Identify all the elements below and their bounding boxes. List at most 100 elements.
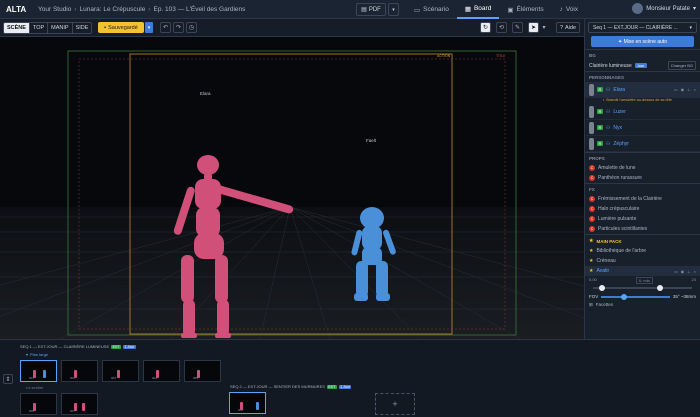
- close-icon[interactable]: ×: [694, 269, 696, 274]
- selected-pack-item[interactable]: ★ Avatir ▭ ◉ ⊥ ×: [585, 266, 700, 276]
- magic-icon: ✦: [618, 38, 623, 45]
- undo-button[interactable]: ↶: [160, 22, 171, 33]
- shot-number: 002: [70, 376, 76, 380]
- sequence-select[interactable]: Seq 1 — EXT.JOUR — CLAIRIÈRE ... ▾: [588, 22, 697, 33]
- shot-thumbnail[interactable]: 006: [20, 393, 57, 415]
- character-row-nyx[interactable]: R ⚇ Nyx: [585, 120, 700, 136]
- slider-handle[interactable]: [621, 293, 628, 300]
- save-options-button[interactable]: ▾: [145, 22, 153, 33]
- redo-icon: ↷: [175, 25, 182, 31]
- scene-canvas[interactable]: [0, 37, 584, 339]
- fx-item[interactable]: C Particules scintillantes: [585, 224, 700, 234]
- view-top-button[interactable]: TOP: [30, 23, 49, 33]
- breadcrumb-separator: ›: [74, 5, 77, 13]
- shot-thumbnail[interactable]: 002: [61, 360, 98, 382]
- draw-button[interactable]: ✎: [512, 22, 523, 33]
- category-badge: C: [589, 216, 595, 222]
- prop-item[interactable]: C Panthéon rurassure: [585, 173, 700, 183]
- user-menu[interactable]: Monsieur Patate ▾: [632, 3, 696, 14]
- person-icon: ⚇: [605, 86, 611, 93]
- shot-thumbnail[interactable]: 001: [20, 360, 57, 382]
- view-manip-button[interactable]: MANIP: [48, 23, 73, 33]
- person-icon: ⚇: [605, 108, 611, 115]
- tab-voix[interactable]: ♪ Voix: [552, 0, 587, 19]
- collapse-timeline-button[interactable]: ⇕: [3, 374, 13, 384]
- character-row-zephyr[interactable]: R ⚇ Zéphyr: [585, 136, 700, 152]
- breadcrumb-studio[interactable]: Your Studio: [38, 6, 71, 13]
- shot-thumbnail[interactable]: 003: [102, 360, 139, 382]
- shot-thumbnail[interactable]: 001: [229, 392, 266, 414]
- focal-slider[interactable]: [593, 285, 692, 291]
- close-icon[interactable]: ×: [694, 87, 696, 92]
- prop-name: Amulette de lune: [598, 165, 636, 171]
- tab-scenario[interactable]: ▭ Scénario: [406, 0, 457, 19]
- history-button[interactable]: ◷: [186, 22, 197, 33]
- sequence-title: SEQ 1 — EXT.JOUR — CLAIRIÈRE LUMINEUSE: [20, 344, 110, 349]
- breadcrumb-episode[interactable]: Ep. 103 — L'Éveil des Gardiens: [153, 6, 245, 13]
- tab-board[interactable]: ▦ Board: [456, 0, 500, 19]
- time-of-day-badge[interactable]: Jour: [634, 63, 647, 68]
- sequence-header[interactable]: SEQ 2 — EXT.JOUR — SENTIER DES MURMURES …: [230, 384, 352, 389]
- fov-control: FOV 35° ~38mm: [585, 293, 700, 300]
- character-thumbnail: [589, 83, 594, 96]
- pack-item[interactable]: ★ Bibliothèque de l'arbre: [585, 246, 700, 256]
- facettes-row[interactable]: ⊞ Facettes: [585, 300, 700, 310]
- help-button[interactable]: ? Aide: [556, 22, 580, 33]
- fov-slider[interactable]: [601, 293, 670, 300]
- 3d-viewport[interactable]: Elara Faelt ACTION TITLE: [0, 37, 584, 339]
- view-scene-button[interactable]: SCÈNE: [4, 23, 30, 33]
- fx-item[interactable]: C Frémissement de la Clairière: [585, 194, 700, 204]
- elements-icon: ▣: [507, 6, 514, 14]
- pdf-export-button[interactable]: ▤ PDF: [356, 3, 386, 16]
- view-side-button[interactable]: SIDE: [73, 23, 92, 33]
- character-row-luzer[interactable]: R ⚇ Luzer: [585, 104, 700, 120]
- shot-thumbnail[interactable]: 007: [61, 393, 98, 415]
- tab-label: Voix: [565, 6, 579, 13]
- save-label: Sauvegardé: [108, 24, 138, 31]
- add-shot-button[interactable]: +: [375, 393, 415, 415]
- mic-icon: ♪: [559, 6, 563, 13]
- pack-item[interactable]: ★ Créneau: [585, 256, 700, 266]
- slider-handle[interactable]: [599, 285, 605, 291]
- sequence-header[interactable]: SEQ 1 — EXT.JOUR — CLAIRIÈRE LUMINEUSE E…: [20, 344, 136, 349]
- eye-icon[interactable]: ◉: [681, 87, 685, 92]
- pin-icon[interactable]: ⊥: [687, 87, 690, 92]
- reset-camera-button[interactable]: ↻: [480, 22, 491, 33]
- section-fx: FX: [585, 183, 700, 194]
- slider-handle[interactable]: [657, 285, 663, 291]
- shot-thumbnail[interactable]: 004: [143, 360, 180, 382]
- breadcrumb-series[interactable]: Lunara: Le Crépuscule: [80, 6, 146, 13]
- comment-icon[interactable]: ▭: [674, 87, 678, 92]
- app-logo: ALTA: [6, 4, 27, 14]
- fit-button[interactable]: ⟲: [496, 22, 507, 33]
- comment-icon[interactable]: ▭: [674, 269, 678, 274]
- figure-mark: [82, 403, 85, 411]
- shot-thumbnail[interactable]: 005: [184, 360, 221, 382]
- pack-item-name: Créneau: [596, 258, 616, 264]
- auto-staging-button[interactable]: ✦ Mise en scène auto: [591, 36, 694, 47]
- fx-item[interactable]: C Lumière pulsante: [585, 214, 700, 224]
- eye-icon[interactable]: ◉: [681, 269, 685, 274]
- character-row-elara[interactable]: R ⚇ Elara ▭ ◉ ⊥ ×: [585, 82, 700, 98]
- focal-value[interactable]: X: min: [635, 277, 653, 284]
- select-tool-button[interactable]: ➤: [528, 22, 539, 33]
- prop-item[interactable]: C Amulette de lune: [585, 163, 700, 173]
- redo-button[interactable]: ↷: [173, 22, 184, 33]
- status-badge: R: [597, 87, 603, 92]
- change-bg-button[interactable]: Changer BG: [667, 61, 696, 70]
- undo-icon: ↶: [162, 25, 169, 31]
- save-button[interactable]: ▪ Sauvegardé: [98, 22, 144, 33]
- fov-label: FOV: [589, 294, 599, 299]
- status-badge: R: [597, 109, 603, 114]
- help-icon: ?: [559, 24, 564, 31]
- character-name: Zéphyr: [613, 140, 629, 147]
- tool-options-button[interactable]: ▾: [540, 22, 548, 33]
- character-name: Nyx: [613, 124, 622, 131]
- pdf-options-button[interactable]: ▾: [388, 3, 399, 16]
- timeline-panel: ⇕ SEQ 1 — EXT.JOUR — CLAIRIÈRE LUMINEUSE…: [0, 339, 700, 417]
- section-props: PROPS: [585, 152, 700, 163]
- fx-item[interactable]: C Halo crépusculaire: [585, 204, 700, 214]
- pin-icon[interactable]: ⊥: [687, 269, 690, 274]
- breadcrumb-separator: ›: [148, 5, 151, 13]
- tab-elements[interactable]: ▣ Éléments: [499, 0, 551, 19]
